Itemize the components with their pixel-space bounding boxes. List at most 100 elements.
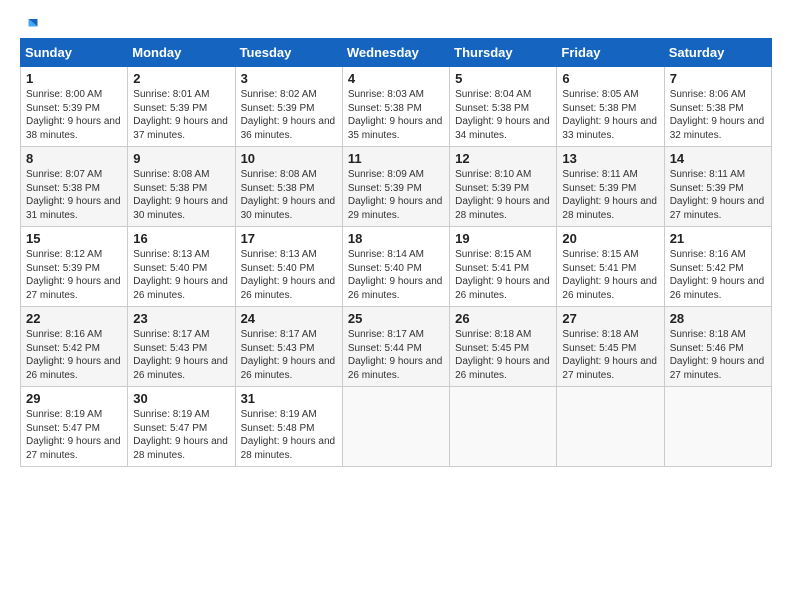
daylight-label: Daylight: 9 hours and 26 minutes.: [133, 276, 228, 301]
day-number: 3: [241, 71, 337, 86]
sunset-label: Sunset: 5:45 PM: [455, 343, 529, 354]
sunrise-label: Sunrise: 8:18 AM: [455, 329, 531, 340]
calendar-cell: [342, 387, 449, 467]
daylight-label: Daylight: 9 hours and 26 minutes.: [455, 276, 550, 301]
daylight-label: Daylight: 9 hours and 26 minutes.: [241, 356, 336, 381]
sunset-label: Sunset: 5:40 PM: [133, 263, 207, 274]
calendar-cell: 29 Sunrise: 8:19 AM Sunset: 5:47 PM Dayl…: [21, 387, 128, 467]
day-number: 13: [562, 151, 658, 166]
sunrise-label: Sunrise: 8:03 AM: [348, 89, 424, 100]
sunset-label: Sunset: 5:46 PM: [670, 343, 744, 354]
calendar-cell: 18 Sunrise: 8:14 AM Sunset: 5:40 PM Dayl…: [342, 227, 449, 307]
sunset-label: Sunset: 5:38 PM: [348, 103, 422, 114]
day-info: Sunrise: 8:18 AM Sunset: 5:45 PM Dayligh…: [562, 328, 658, 382]
day-info: Sunrise: 8:14 AM Sunset: 5:40 PM Dayligh…: [348, 248, 444, 302]
sunrise-label: Sunrise: 8:16 AM: [670, 249, 746, 260]
calendar-cell: 17 Sunrise: 8:13 AM Sunset: 5:40 PM Dayl…: [235, 227, 342, 307]
day-number: 31: [241, 391, 337, 406]
sunrise-label: Sunrise: 8:02 AM: [241, 89, 317, 100]
week-row-4: 22 Sunrise: 8:16 AM Sunset: 5:42 PM Dayl…: [21, 307, 772, 387]
calendar-cell: 26 Sunrise: 8:18 AM Sunset: 5:45 PM Dayl…: [450, 307, 557, 387]
calendar-cell: 6 Sunrise: 8:05 AM Sunset: 5:38 PM Dayli…: [557, 67, 664, 147]
sunset-label: Sunset: 5:43 PM: [133, 343, 207, 354]
sunrise-label: Sunrise: 8:08 AM: [133, 169, 209, 180]
day-number: 20: [562, 231, 658, 246]
sunrise-label: Sunrise: 8:18 AM: [562, 329, 638, 340]
sunrise-label: Sunrise: 8:19 AM: [26, 409, 102, 420]
sunset-label: Sunset: 5:38 PM: [562, 103, 636, 114]
sunrise-label: Sunrise: 8:10 AM: [455, 169, 531, 180]
calendar-cell: 24 Sunrise: 8:17 AM Sunset: 5:43 PM Dayl…: [235, 307, 342, 387]
day-number: 22: [26, 311, 122, 326]
day-info: Sunrise: 8:07 AM Sunset: 5:38 PM Dayligh…: [26, 168, 122, 222]
sunset-label: Sunset: 5:39 PM: [26, 263, 100, 274]
day-info: Sunrise: 8:08 AM Sunset: 5:38 PM Dayligh…: [241, 168, 337, 222]
calendar-cell: 23 Sunrise: 8:17 AM Sunset: 5:43 PM Dayl…: [128, 307, 235, 387]
calendar-cell: [450, 387, 557, 467]
day-number: 23: [133, 311, 229, 326]
calendar-cell: 25 Sunrise: 8:17 AM Sunset: 5:44 PM Dayl…: [342, 307, 449, 387]
daylight-label: Daylight: 9 hours and 33 minutes.: [562, 116, 657, 141]
sunset-label: Sunset: 5:38 PM: [26, 183, 100, 194]
sunset-label: Sunset: 5:39 PM: [670, 183, 744, 194]
sunrise-label: Sunrise: 8:08 AM: [241, 169, 317, 180]
sunset-label: Sunset: 5:41 PM: [562, 263, 636, 274]
daylight-label: Daylight: 9 hours and 35 minutes.: [348, 116, 443, 141]
sunrise-label: Sunrise: 8:16 AM: [26, 329, 102, 340]
sunrise-label: Sunrise: 8:17 AM: [348, 329, 424, 340]
day-info: Sunrise: 8:16 AM Sunset: 5:42 PM Dayligh…: [670, 248, 766, 302]
sunset-label: Sunset: 5:40 PM: [241, 263, 315, 274]
weekday-header-sunday: Sunday: [21, 39, 128, 67]
day-number: 24: [241, 311, 337, 326]
sunset-label: Sunset: 5:44 PM: [348, 343, 422, 354]
day-number: 27: [562, 311, 658, 326]
daylight-label: Daylight: 9 hours and 26 minutes.: [455, 356, 550, 381]
sunset-label: Sunset: 5:38 PM: [133, 183, 207, 194]
calendar-cell: 20 Sunrise: 8:15 AM Sunset: 5:41 PM Dayl…: [557, 227, 664, 307]
day-info: Sunrise: 8:09 AM Sunset: 5:39 PM Dayligh…: [348, 168, 444, 222]
week-row-1: 1 Sunrise: 8:00 AM Sunset: 5:39 PM Dayli…: [21, 67, 772, 147]
daylight-label: Daylight: 9 hours and 30 minutes.: [133, 196, 228, 221]
sunrise-label: Sunrise: 8:13 AM: [241, 249, 317, 260]
weekday-header-saturday: Saturday: [664, 39, 771, 67]
day-number: 8: [26, 151, 122, 166]
logo-icon: [21, 16, 39, 34]
sunset-label: Sunset: 5:38 PM: [670, 103, 744, 114]
calendar-cell: 4 Sunrise: 8:03 AM Sunset: 5:38 PM Dayli…: [342, 67, 449, 147]
day-number: 6: [562, 71, 658, 86]
sunset-label: Sunset: 5:39 PM: [348, 183, 422, 194]
sunset-label: Sunset: 5:39 PM: [133, 103, 207, 114]
daylight-label: Daylight: 9 hours and 27 minutes.: [26, 276, 121, 301]
sunrise-label: Sunrise: 8:19 AM: [241, 409, 317, 420]
daylight-label: Daylight: 9 hours and 38 minutes.: [26, 116, 121, 141]
calendar-cell: 30 Sunrise: 8:19 AM Sunset: 5:47 PM Dayl…: [128, 387, 235, 467]
daylight-label: Daylight: 9 hours and 26 minutes.: [670, 276, 765, 301]
daylight-label: Daylight: 9 hours and 28 minutes.: [455, 196, 550, 221]
day-info: Sunrise: 8:17 AM Sunset: 5:43 PM Dayligh…: [133, 328, 229, 382]
calendar-cell: 12 Sunrise: 8:10 AM Sunset: 5:39 PM Dayl…: [450, 147, 557, 227]
daylight-label: Daylight: 9 hours and 28 minutes.: [133, 436, 228, 461]
calendar-cell: [557, 387, 664, 467]
day-number: 26: [455, 311, 551, 326]
day-info: Sunrise: 8:13 AM Sunset: 5:40 PM Dayligh…: [241, 248, 337, 302]
day-number: 19: [455, 231, 551, 246]
sunset-label: Sunset: 5:42 PM: [670, 263, 744, 274]
daylight-label: Daylight: 9 hours and 27 minutes.: [670, 196, 765, 221]
sunrise-label: Sunrise: 8:04 AM: [455, 89, 531, 100]
calendar-cell: 27 Sunrise: 8:18 AM Sunset: 5:45 PM Dayl…: [557, 307, 664, 387]
sunset-label: Sunset: 5:39 PM: [26, 103, 100, 114]
day-number: 4: [348, 71, 444, 86]
week-row-5: 29 Sunrise: 8:19 AM Sunset: 5:47 PM Dayl…: [21, 387, 772, 467]
sunset-label: Sunset: 5:39 PM: [455, 183, 529, 194]
day-number: 10: [241, 151, 337, 166]
sunset-label: Sunset: 5:47 PM: [26, 423, 100, 434]
sunset-label: Sunset: 5:41 PM: [455, 263, 529, 274]
daylight-label: Daylight: 9 hours and 26 minutes.: [562, 276, 657, 301]
week-row-2: 8 Sunrise: 8:07 AM Sunset: 5:38 PM Dayli…: [21, 147, 772, 227]
day-info: Sunrise: 8:12 AM Sunset: 5:39 PM Dayligh…: [26, 248, 122, 302]
day-info: Sunrise: 8:04 AM Sunset: 5:38 PM Dayligh…: [455, 88, 551, 142]
calendar-cell: 2 Sunrise: 8:01 AM Sunset: 5:39 PM Dayli…: [128, 67, 235, 147]
day-info: Sunrise: 8:19 AM Sunset: 5:47 PM Dayligh…: [26, 408, 122, 462]
sunset-label: Sunset: 5:45 PM: [562, 343, 636, 354]
calendar-cell: 5 Sunrise: 8:04 AM Sunset: 5:38 PM Dayli…: [450, 67, 557, 147]
